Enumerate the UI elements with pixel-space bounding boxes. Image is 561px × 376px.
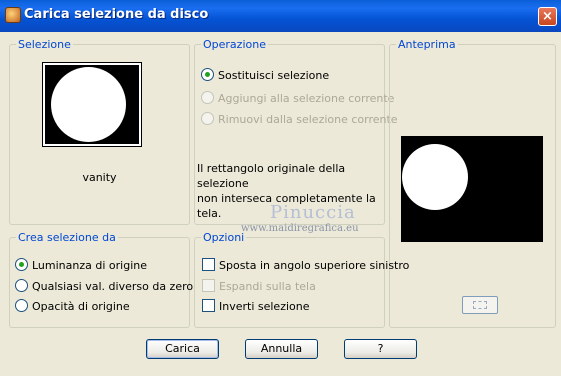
check-inverti[interactable]: Inverti selezione [202, 299, 310, 313]
crea-selezione-group: Crea selezione da Luminanza di origine Q… [9, 231, 193, 328]
selezione-label: Selezione [16, 38, 73, 51]
operazione-label: Operazione [201, 38, 268, 51]
dropdown-arrow-icon[interactable] [133, 102, 139, 105]
preview-zoom-button[interactable] [462, 296, 498, 314]
dialog-body: Selezione vanity Operazione Sostituisci … [0, 32, 561, 376]
selezione-group: Selezione vanity [9, 38, 190, 225]
operazione-group: Operazione Sostituisci selezione Aggiung… [194, 38, 398, 225]
close-button[interactable]: × [538, 7, 557, 26]
checkbox [202, 279, 215, 292]
checkbox[interactable] [202, 299, 215, 312]
window-title: Carica selezione da disco [24, 7, 209, 22]
watermark-site: www.maidiregrafica.eu [241, 223, 359, 234]
zoom-icon [473, 301, 487, 309]
radio-luminanza[interactable]: Luminanza di origine [15, 258, 147, 272]
annulla-button[interactable]: Annulla [245, 339, 318, 359]
preview-canvas [401, 136, 543, 242]
radio-button[interactable] [15, 258, 28, 271]
thumbnail-circle [51, 67, 126, 142]
radio-sostituisci[interactable]: Sostituisci selezione [201, 68, 329, 82]
crea-selezione-label: Crea selezione da [16, 231, 118, 244]
title-bar: Carica selezione da disco × [0, 0, 561, 32]
anteprima-group: Anteprima [389, 38, 556, 328]
help-button[interactable]: ? [344, 339, 417, 359]
radio-button[interactable] [15, 279, 28, 292]
opzioni-group: Opzioni Sposta in angolo superiore sinis… [194, 231, 409, 328]
opzioni-label: Opzioni [201, 231, 247, 244]
selection-filename: vanity [82, 171, 117, 184]
carica-button[interactable]: Carica [146, 339, 219, 359]
check-sposta[interactable]: Sposta in angolo superiore sinistro [202, 258, 409, 272]
radio-button[interactable] [201, 68, 214, 81]
radio-button [201, 91, 214, 104]
radio-qualsiasi[interactable]: Qualsiasi val. diverso da zero [15, 279, 193, 293]
radio-button[interactable] [15, 299, 28, 312]
watermark-name: Pinuccia [270, 202, 356, 223]
radio-aggiungi: Aggiungi alla selezione corrente [201, 91, 394, 105]
selection-thumbnail[interactable] [42, 62, 142, 147]
check-espandi: Espandi sulla tela [202, 279, 316, 293]
radio-opacita[interactable]: Opacità di origine [15, 299, 130, 313]
app-icon [5, 7, 21, 23]
anteprima-label: Anteprima [396, 38, 458, 51]
preview-circle [402, 144, 468, 210]
radio-rimuovi: Rimuovi dalla selezione corrente [201, 112, 398, 126]
radio-button [201, 112, 214, 125]
checkbox[interactable] [202, 258, 215, 271]
